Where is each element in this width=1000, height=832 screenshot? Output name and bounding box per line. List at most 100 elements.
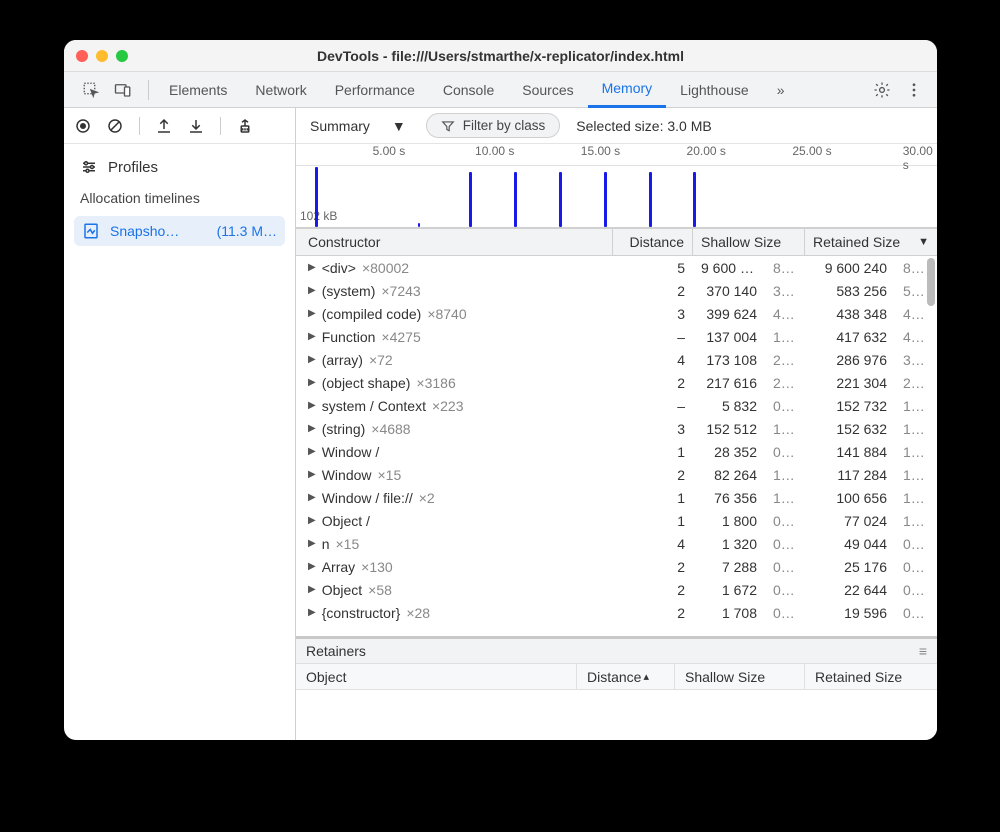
distance-value: 5 bbox=[613, 260, 693, 276]
upload-icon[interactable] bbox=[155, 117, 173, 135]
constructor-name: Object bbox=[322, 582, 362, 598]
col-shallow[interactable]: Shallow Size bbox=[693, 229, 805, 255]
tab-performance[interactable]: Performance bbox=[321, 72, 429, 108]
distance-value: 1 bbox=[613, 444, 693, 460]
distance-value: 3 bbox=[613, 306, 693, 322]
constructor-name: n bbox=[322, 536, 330, 552]
tab-memory[interactable]: Memory bbox=[588, 72, 667, 108]
table-row[interactable]: ▶Object ×5821 6720 %22 6440 % bbox=[296, 578, 937, 601]
table-row[interactable]: ▶system / Context ×223–5 8320 %152 7321 … bbox=[296, 394, 937, 417]
instance-count: ×8740 bbox=[427, 306, 466, 322]
disclosure-icon: ▶ bbox=[308, 607, 316, 618]
shallow-size: 5 832 bbox=[693, 398, 765, 414]
shallow-pct: 1 % bbox=[765, 421, 805, 437]
col-constructor[interactable]: Constructor bbox=[296, 229, 613, 255]
table-row[interactable]: ▶n ×1541 3200 %49 0440 % bbox=[296, 532, 937, 555]
summary-dropdown[interactable]: Summary ▼ bbox=[306, 118, 410, 134]
constructor-name: (system) bbox=[322, 283, 376, 299]
shallow-pct: 1 % bbox=[765, 467, 805, 483]
shallow-size: 173 108 bbox=[693, 352, 765, 368]
table-row[interactable]: ▶Object / 11 8000 %77 0241 % bbox=[296, 509, 937, 532]
distance-value: 4 bbox=[613, 352, 693, 368]
kebab-menu-icon[interactable] bbox=[905, 81, 923, 99]
table-row[interactable]: ▶Window / file:// ×2176 3561 %100 6561 % bbox=[296, 486, 937, 509]
close-window-button[interactable] bbox=[76, 50, 88, 62]
sidebar: Profiles Allocation timelines Snapsho… (… bbox=[64, 108, 296, 740]
instance-count: ×2 bbox=[419, 490, 435, 506]
device-toolbar-icon[interactable] bbox=[114, 81, 132, 99]
retained-size: 19 596 bbox=[805, 605, 895, 621]
tab-elements[interactable]: Elements bbox=[155, 72, 241, 108]
tab-more[interactable]: » bbox=[763, 72, 799, 108]
table-row[interactable]: ▶(array) ×724173 1082 %286 9763 % bbox=[296, 348, 937, 371]
snapshot-item[interactable]: Snapsho… (11.3 M… bbox=[74, 216, 285, 246]
table-row[interactable]: ▶<div> ×8000259 600 24085 %9 600 24085 % bbox=[296, 256, 937, 279]
table-row[interactable]: ▶Window ×15282 2641 %117 2841 % bbox=[296, 463, 937, 486]
allocation-timeline[interactable]: 5.00 s 10.00 s 15.00 s 20.00 s 25.00 s 3… bbox=[296, 144, 937, 228]
retainers-col-object[interactable]: Object bbox=[296, 664, 577, 689]
instance-count: ×15 bbox=[336, 536, 360, 552]
shallow-size: 370 140 bbox=[693, 283, 765, 299]
constructor-name: (compiled code) bbox=[322, 306, 422, 322]
retainers-col-retained[interactable]: Retained Size bbox=[805, 664, 937, 689]
retainers-header: Object Distance▴ Shallow Size Retained S… bbox=[296, 664, 937, 690]
constructor-name: <div> bbox=[322, 260, 356, 276]
constructor-name: Window bbox=[322, 467, 372, 483]
retainers-col-distance[interactable]: Distance▴ bbox=[577, 664, 675, 689]
shallow-pct: 0 % bbox=[765, 582, 805, 598]
table-row[interactable]: ▶Window / 128 3520 %141 8841 % bbox=[296, 440, 937, 463]
shallow-pct: 1 % bbox=[765, 490, 805, 506]
main-panel: Summary ▼ Filter by class Selected size:… bbox=[296, 108, 937, 740]
shallow-pct: 0 % bbox=[765, 444, 805, 460]
record-icon[interactable] bbox=[74, 117, 92, 135]
minimize-window-button[interactable] bbox=[96, 50, 108, 62]
shallow-pct: 85 % bbox=[765, 260, 805, 276]
instance-count: ×3186 bbox=[416, 375, 455, 391]
retainers-col-shallow[interactable]: Shallow Size bbox=[675, 664, 805, 689]
shallow-pct: 1 % bbox=[765, 329, 805, 345]
tab-network[interactable]: Network bbox=[241, 72, 320, 108]
zoom-window-button[interactable] bbox=[116, 50, 128, 62]
tab-console[interactable]: Console bbox=[429, 72, 508, 108]
summary-label: Summary bbox=[310, 118, 370, 134]
disclosure-icon: ▶ bbox=[308, 400, 316, 411]
snapshot-size: (11.3 M… bbox=[217, 223, 277, 239]
shallow-pct: 0 % bbox=[765, 513, 805, 529]
instance-count: ×58 bbox=[368, 582, 392, 598]
shallow-size: 28 352 bbox=[693, 444, 765, 460]
scrollbar-thumb[interactable] bbox=[927, 258, 935, 306]
gc-icon[interactable] bbox=[236, 117, 254, 135]
table-row[interactable]: ▶(object shape) ×31862217 6162 %221 3042… bbox=[296, 371, 937, 394]
timeline-scale: 102 kB bbox=[300, 209, 337, 223]
tab-sources[interactable]: Sources bbox=[508, 72, 587, 108]
shallow-size: 1 708 bbox=[693, 605, 765, 621]
sidebar-toolbar bbox=[64, 108, 295, 144]
table-row[interactable]: ▶(string) ×46883152 5121 %152 6321 % bbox=[296, 417, 937, 440]
distance-value: 2 bbox=[613, 467, 693, 483]
shallow-size: 137 004 bbox=[693, 329, 765, 345]
settings-icon[interactable] bbox=[873, 81, 891, 99]
disclosure-icon: ▶ bbox=[308, 561, 316, 572]
table-row[interactable]: ▶{constructor} ×2821 7080 %19 5960 % bbox=[296, 601, 937, 624]
distance-value: 2 bbox=[613, 375, 693, 391]
constructor-name: {constructor} bbox=[322, 605, 401, 621]
download-icon[interactable] bbox=[187, 117, 205, 135]
window-traffic-lights bbox=[76, 50, 128, 62]
window-title: DevTools - file:///Users/stmarthe/x-repl… bbox=[76, 48, 925, 64]
tab-lighthouse[interactable]: Lighthouse bbox=[666, 72, 763, 108]
profiles-label: Profiles bbox=[108, 159, 158, 176]
clear-icon[interactable] bbox=[106, 117, 124, 135]
col-retained[interactable]: Retained Size▼ bbox=[805, 229, 937, 255]
disclosure-icon: ▶ bbox=[308, 515, 316, 526]
inspect-icon[interactable] bbox=[82, 81, 100, 99]
shallow-size: 82 264 bbox=[693, 467, 765, 483]
vertical-scrollbar[interactable] bbox=[925, 256, 937, 740]
disclosure-icon: ▶ bbox=[308, 285, 316, 296]
col-distance[interactable]: Distance bbox=[613, 229, 693, 255]
table-row[interactable]: ▶Array ×13027 2880 %25 1760 % bbox=[296, 555, 937, 578]
class-filter-input[interactable]: Filter by class bbox=[426, 113, 561, 138]
disclosure-icon: ▶ bbox=[308, 469, 316, 480]
table-row[interactable]: ▶Function ×4275–137 0041 %417 6324 % bbox=[296, 325, 937, 348]
table-row[interactable]: ▶(system) ×72432370 1403 %583 2565 % bbox=[296, 279, 937, 302]
table-row[interactable]: ▶(compiled code) ×87403399 6244 %438 348… bbox=[296, 302, 937, 325]
